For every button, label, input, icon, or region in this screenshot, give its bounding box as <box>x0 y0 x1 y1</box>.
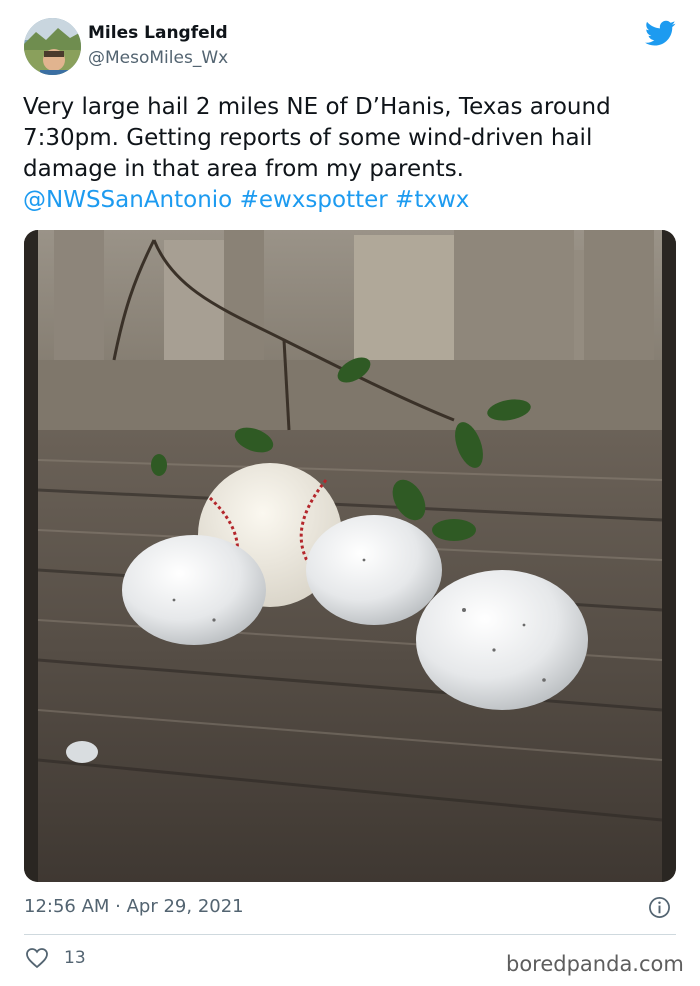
like-count: 13 <box>64 948 86 968</box>
avatar[interactable] <box>24 18 81 75</box>
twitter-bird-icon[interactable] <box>645 20 676 47</box>
tweet-text-line: damage in that area from my parents. <box>23 156 464 182</box>
hail-photo-illustration <box>24 230 676 882</box>
avatar-image <box>24 18 81 75</box>
author-handle[interactable]: @MesoMiles_Wx <box>88 48 228 68</box>
hashtag-link[interactable]: #ewxspotter <box>240 187 388 213</box>
tweet-timestamp[interactable]: 12:56 AM · Apr 29, 2021 <box>24 896 244 917</box>
hashtag-link[interactable]: #txwx <box>395 187 469 213</box>
tweet-text-line: Very large hail 2 miles NE of D’Hanis, T… <box>23 94 611 120</box>
author-display-name[interactable]: Miles Langfeld <box>88 23 228 43</box>
mention-link[interactable]: @NWSSanAntonio <box>23 187 232 213</box>
tweet-links-line: @NWSSanAntonio #ewxspotter #txwx <box>23 185 683 216</box>
tweet-photo[interactable] <box>24 230 676 882</box>
tweet-text-line: 7:30pm. Getting reports of some wind-dri… <box>23 125 593 151</box>
heart-icon[interactable] <box>25 947 49 969</box>
watermark: boredpanda.com <box>506 952 684 976</box>
tweet-text: Very large hail 2 miles NE of D’Hanis, T… <box>23 92 683 216</box>
info-icon[interactable] <box>648 896 671 919</box>
divider <box>24 934 676 935</box>
